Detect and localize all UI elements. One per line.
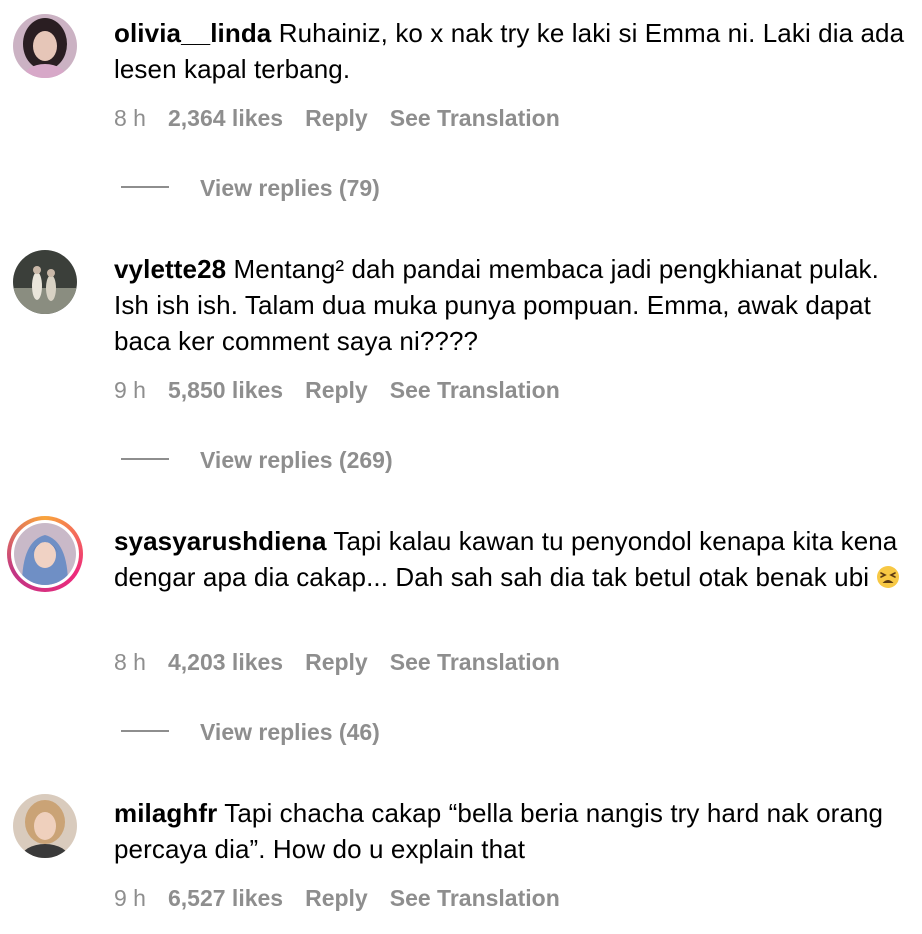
comment-meta: 9 h 5,850 likes Reply See Translation <box>114 377 582 404</box>
likes-count[interactable]: 6,527 likes <box>168 885 283 912</box>
replies-divider <box>121 457 169 460</box>
reply-button[interactable]: Reply <box>305 377 368 404</box>
view-replies-button[interactable]: View replies (269) <box>121 447 393 474</box>
comment-username[interactable]: milaghfr <box>114 798 217 828</box>
comment-body: Tapi chacha cakap “bella beria nangis tr… <box>114 798 884 864</box>
view-replies-button[interactable]: View replies (79) <box>121 175 380 202</box>
avatar[interactable] <box>13 14 77 78</box>
view-replies-label: View replies (269) <box>200 447 393 473</box>
comment-username[interactable]: vylette28 <box>114 254 226 284</box>
reply-button[interactable]: Reply <box>305 105 368 132</box>
likes-count[interactable]: 4,203 likes <box>168 649 283 676</box>
comment-text: vylette28 Mentang² dah pandai membaca ja… <box>114 251 914 359</box>
comment-username[interactable]: olivia__linda <box>114 18 271 48</box>
comment-meta: 8 h 2,364 likes Reply See Translation <box>114 105 582 132</box>
view-replies-label: View replies (46) <box>200 719 380 745</box>
see-translation-button[interactable]: See Translation <box>390 105 560 132</box>
view-replies-button[interactable]: View replies (46) <box>121 719 380 746</box>
avatar <box>14 523 76 585</box>
comment-text: syasyarushdiena Tapi kalau kawan tu peny… <box>114 523 914 595</box>
comment-time: 9 h <box>114 377 146 403</box>
comment-body: Mentang² dah pandai membaca jadi pengkhi… <box>114 254 879 356</box>
comment-text: milaghfr Tapi chacha cakap “bella beria … <box>114 795 914 867</box>
comment-time: 8 h <box>114 105 146 131</box>
comment-username[interactable]: syasyarushdiena <box>114 526 327 556</box>
see-translation-button[interactable]: See Translation <box>390 377 560 404</box>
comment-text: olivia__linda Ruhainiz, ko x nak try ke … <box>114 15 914 87</box>
likes-count[interactable]: 5,850 likes <box>168 377 283 404</box>
see-translation-button[interactable]: See Translation <box>390 649 560 676</box>
reply-button[interactable]: Reply <box>305 885 368 912</box>
avatar[interactable] <box>13 794 77 858</box>
avatar[interactable] <box>13 250 77 314</box>
see-translation-button[interactable]: See Translation <box>390 885 560 912</box>
comment-meta: 8 h 4,203 likes Reply See Translation <box>114 649 582 676</box>
replies-divider <box>121 729 169 732</box>
reply-button[interactable]: Reply <box>305 649 368 676</box>
comment-time: 8 h <box>114 649 146 675</box>
view-replies-label: View replies (79) <box>200 175 380 201</box>
comment-time: 9 h <box>114 885 146 911</box>
likes-count[interactable]: 2,364 likes <box>168 105 283 132</box>
tired-face-emoji <box>876 562 900 588</box>
avatar-story-ring[interactable] <box>7 516 83 592</box>
comment-meta: 9 h 6,527 likes Reply See Translation <box>114 885 582 912</box>
replies-divider <box>121 185 169 188</box>
